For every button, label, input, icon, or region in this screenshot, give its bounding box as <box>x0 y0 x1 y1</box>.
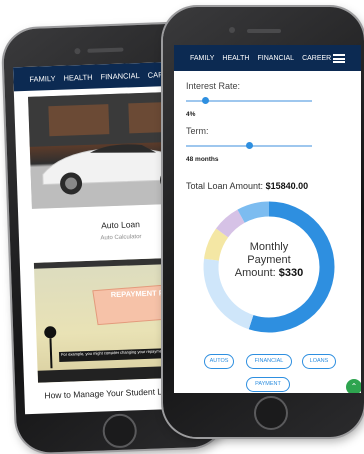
hamburger-menu-icon[interactable] <box>333 54 345 63</box>
donut-line3: Amount: $330 <box>234 267 304 279</box>
monthly-amount: $330 <box>278 267 304 279</box>
nav-financial[interactable]: FINANCIAL <box>258 55 295 62</box>
interest-rate-label: Interest Rate: <box>186 81 241 91</box>
front-screen: FAMILY HEALTH FINANCIAL CAREER Interest … <box>174 45 361 393</box>
nav-family[interactable]: FAMILY <box>190 55 214 62</box>
donut-line1: Monthly <box>249 241 289 253</box>
total-loan-amount: Total Loan Amount: $15840.00 <box>186 181 308 191</box>
home-button[interactable] <box>102 413 138 449</box>
term-slider[interactable] <box>186 142 312 149</box>
monthly-payment-text: Monthly Payment Amount: $330 <box>201 241 337 280</box>
tag-loans[interactable]: LOANS <box>302 354 336 369</box>
donut-line2: Payment <box>247 254 291 266</box>
front-phone: FAMILY HEALTH FINANCIAL CAREER Interest … <box>163 7 364 437</box>
nav-financial[interactable]: FINANCIAL <box>100 71 139 81</box>
slider-thumb[interactable] <box>201 97 209 104</box>
speaker <box>247 29 281 33</box>
tag-autos[interactable]: AUTOS <box>204 354 234 369</box>
home-button[interactable] <box>254 396 288 430</box>
nav-career[interactable]: CAREER <box>302 55 331 62</box>
term-value: 48 months <box>186 156 219 163</box>
speaker <box>87 47 124 53</box>
camera <box>229 27 235 33</box>
tag-payment[interactable]: PAYMENT <box>246 377 290 392</box>
slider-thumb[interactable] <box>246 142 253 149</box>
interest-rate-slider[interactable] <box>186 97 312 104</box>
camera <box>74 48 81 55</box>
total-label: Total Loan Amount: <box>186 181 264 191</box>
scroll-up-button[interactable]: ⌃ <box>346 379 361 393</box>
donut-segment-light-blue <box>237 201 270 223</box>
term-label: Term: <box>186 126 209 136</box>
total-value: $15840.00 <box>265 181 309 191</box>
top-nav: FAMILY HEALTH FINANCIAL CAREER <box>174 45 361 71</box>
nav-health[interactable]: HEALTH <box>63 72 92 82</box>
nav-health[interactable]: HEALTH <box>222 55 249 62</box>
interest-rate-value: 4% <box>186 111 196 118</box>
nav-family[interactable]: FAMILY <box>29 73 55 83</box>
chevron-up-icon: ⌃ <box>350 382 358 391</box>
donut-segment-purple <box>216 209 245 238</box>
tag-financial[interactable]: FINANCIAL <box>246 354 292 369</box>
